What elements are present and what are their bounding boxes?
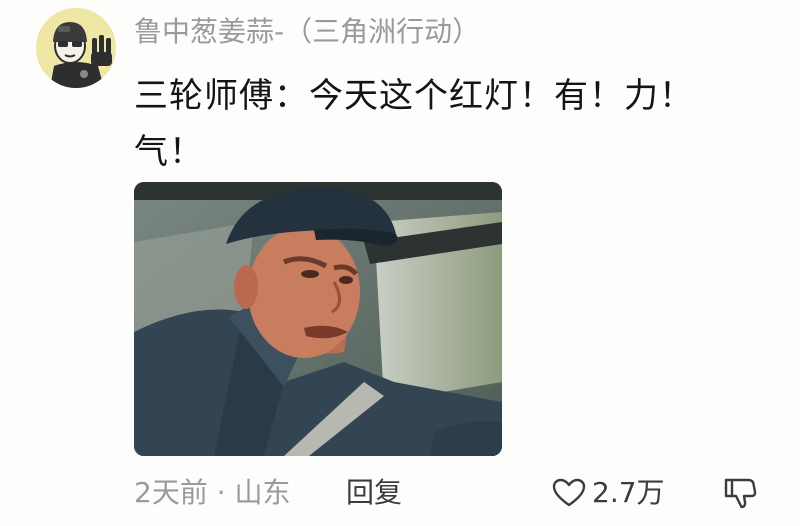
comment-time: 2天前 (134, 476, 208, 509)
like-button[interactable]: 2.7万 (552, 470, 665, 516)
username[interactable]: 鲁中葱姜蒜-（三角洲行动） (134, 10, 480, 54)
meta-separator: · (207, 476, 235, 509)
comment-item: 鲁中葱姜蒜-（三角洲行动） 三轮师傅：今天这个红灯！有！力！ 气！ 2天前 · … (0, 0, 800, 526)
thumbs-down-icon (724, 478, 757, 509)
comment-text-line-2: 气！ (134, 132, 204, 172)
heart-outline-icon (552, 478, 586, 507)
comment-location: 山东 (234, 476, 291, 509)
comment-text: 三轮师傅：今天这个红灯！有！力！ 气！ (134, 68, 734, 180)
dislike-button[interactable] (722, 474, 758, 510)
user-avatar[interactable] (36, 8, 116, 88)
comment-image[interactable] (134, 182, 502, 456)
comment-text-line-1: 三轮师傅：今天这个红灯！有！力！ (134, 76, 694, 116)
meme-photo-driver (134, 182, 502, 456)
reply-button[interactable]: 回复 (346, 470, 402, 516)
like-count: 2.7万 (592, 476, 665, 509)
comment-meta: 2天前 · 山东 (134, 470, 291, 516)
cartoon-soldier-avatar-icon (36, 8, 116, 88)
